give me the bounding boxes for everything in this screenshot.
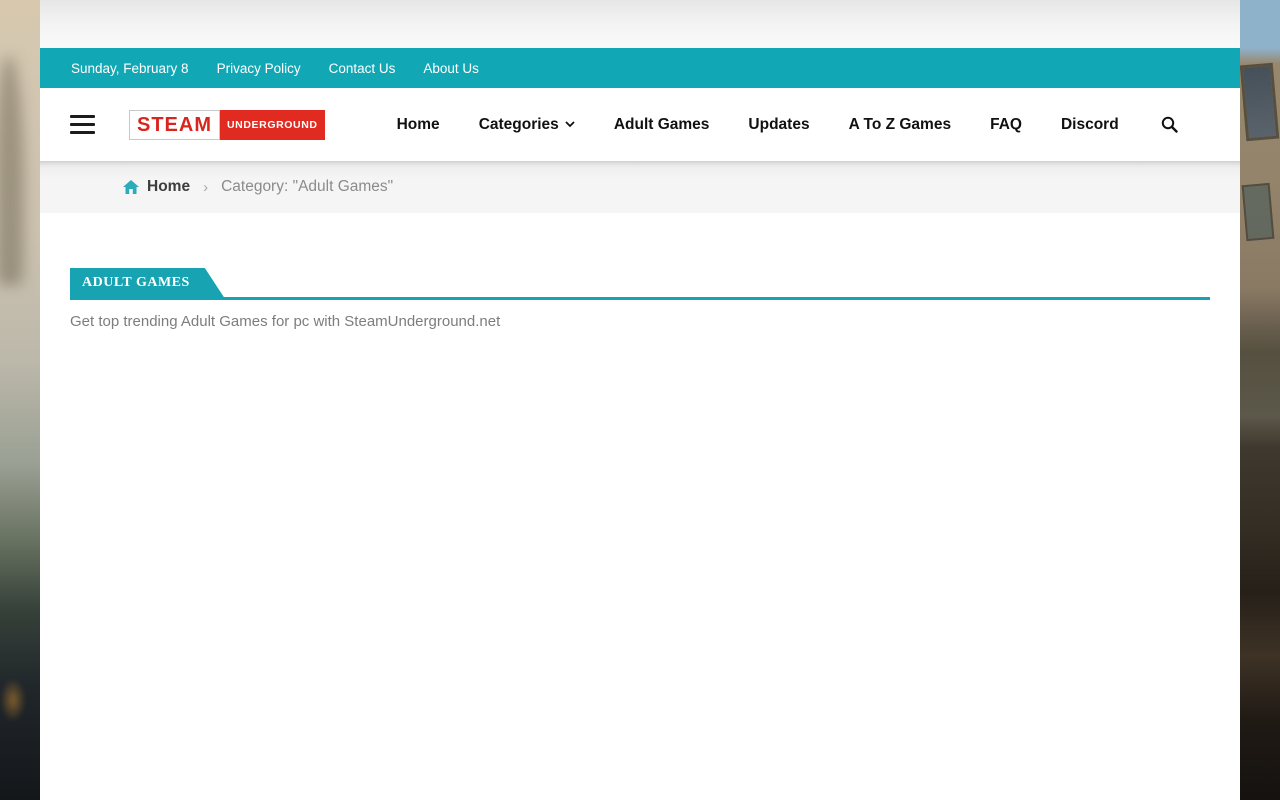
background-window <box>1242 183 1275 241</box>
nav-adult-games[interactable]: Adult Games <box>614 116 710 134</box>
main-content: ADULT GAMES Get top trending Adult Games… <box>40 213 1240 800</box>
nav-updates[interactable]: Updates <box>748 116 809 134</box>
breadcrumb-current: Category: "Adult Games" <box>221 178 393 196</box>
topbar-link-about-us[interactable]: About Us <box>423 61 479 76</box>
date-text: Sunday, February 8 <box>71 61 189 76</box>
background-image-right <box>1240 0 1280 800</box>
background-glow <box>0 678 26 722</box>
nav-categories[interactable]: Categories <box>479 116 575 134</box>
nav-categories-label: Categories <box>479 116 559 134</box>
topbar-link-privacy-policy[interactable]: Privacy Policy <box>217 61 301 76</box>
section-header: ADULT GAMES <box>70 268 1210 300</box>
site-logo[interactable]: STEAM UNDERGROUND <box>129 110 325 140</box>
nav-faq[interactable]: FAQ <box>990 116 1022 134</box>
background-window <box>1240 63 1279 142</box>
nav-home[interactable]: Home <box>397 116 440 134</box>
page-container: Sunday, February 8 Privacy Policy Contac… <box>40 0 1240 800</box>
search-icon[interactable] <box>1161 116 1178 133</box>
top-spacer <box>40 0 1240 48</box>
section-description: Get top trending Adult Games for pc with… <box>70 313 1210 330</box>
background-silhouette <box>0 55 24 285</box>
logo-steam-text: STEAM <box>129 110 220 140</box>
topbar-link-contact-us[interactable]: Contact Us <box>329 61 396 76</box>
logo-underground-text: UNDERGROUND <box>220 110 325 140</box>
section-title-ribbon: ADULT GAMES <box>70 268 224 297</box>
breadcrumb: Home › Category: "Adult Games" <box>40 161 1240 213</box>
breadcrumb-separator: › <box>203 179 208 196</box>
menu-icon[interactable] <box>70 115 95 134</box>
nav-a-to-z-games[interactable]: A To Z Games <box>849 116 952 134</box>
topbar: Sunday, February 8 Privacy Policy Contac… <box>40 48 1240 88</box>
main-header: STEAM UNDERGROUND Home Categories Adult … <box>40 88 1240 161</box>
section-divider <box>70 297 1210 300</box>
chevron-down-icon <box>565 121 575 128</box>
breadcrumb-home-link[interactable]: Home <box>147 178 190 196</box>
nav-discord[interactable]: Discord <box>1061 116 1119 134</box>
main-nav: Home Categories Adult Games Updates A To… <box>397 116 1119 134</box>
home-icon <box>123 180 139 195</box>
background-image-left <box>0 0 40 800</box>
